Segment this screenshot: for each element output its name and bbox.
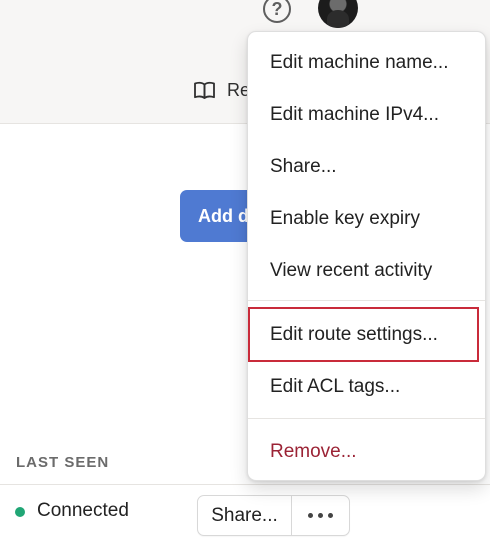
row-share-button[interactable]: Share... xyxy=(198,496,292,535)
connection-status: Connected xyxy=(37,500,129,521)
help-icon[interactable]: ? xyxy=(263,0,291,23)
machine-actions-menu: Edit machine name... Edit machine IPv4..… xyxy=(247,31,486,481)
menu-item-view-recent-activity[interactable]: View recent activity xyxy=(248,245,485,297)
menu-item-remove[interactable]: Remove... xyxy=(248,426,485,478)
row-action-buttons: Share... xyxy=(197,495,350,536)
menu-item-edit-machine-ipv4[interactable]: Edit machine IPv4... xyxy=(248,89,485,141)
menu-item-enable-key-expiry[interactable]: Enable key expiry xyxy=(248,193,485,245)
menu-item-edit-route-settings[interactable]: Edit route settings... xyxy=(248,309,485,361)
menu-item-edit-machine-name[interactable]: Edit machine name... xyxy=(248,37,485,89)
machine-details-page: ? Re Add d LAST SEEN Connected Share... … xyxy=(0,0,490,550)
ellipsis-icon xyxy=(328,513,333,518)
readme-link[interactable]: Re xyxy=(193,78,250,102)
menu-item-share[interactable]: Share... xyxy=(248,141,485,193)
avatar[interactable] xyxy=(318,0,358,28)
row-more-button[interactable] xyxy=(292,496,349,535)
book-icon xyxy=(194,81,215,99)
connected-status-dot xyxy=(15,507,25,517)
ellipsis-icon xyxy=(308,513,313,518)
menu-item-edit-acl-tags[interactable]: Edit ACL tags... xyxy=(248,361,485,413)
menu-divider xyxy=(248,300,485,301)
menu-divider xyxy=(248,418,485,419)
ellipsis-icon xyxy=(318,513,323,518)
last-seen-header: LAST SEEN xyxy=(16,454,110,471)
